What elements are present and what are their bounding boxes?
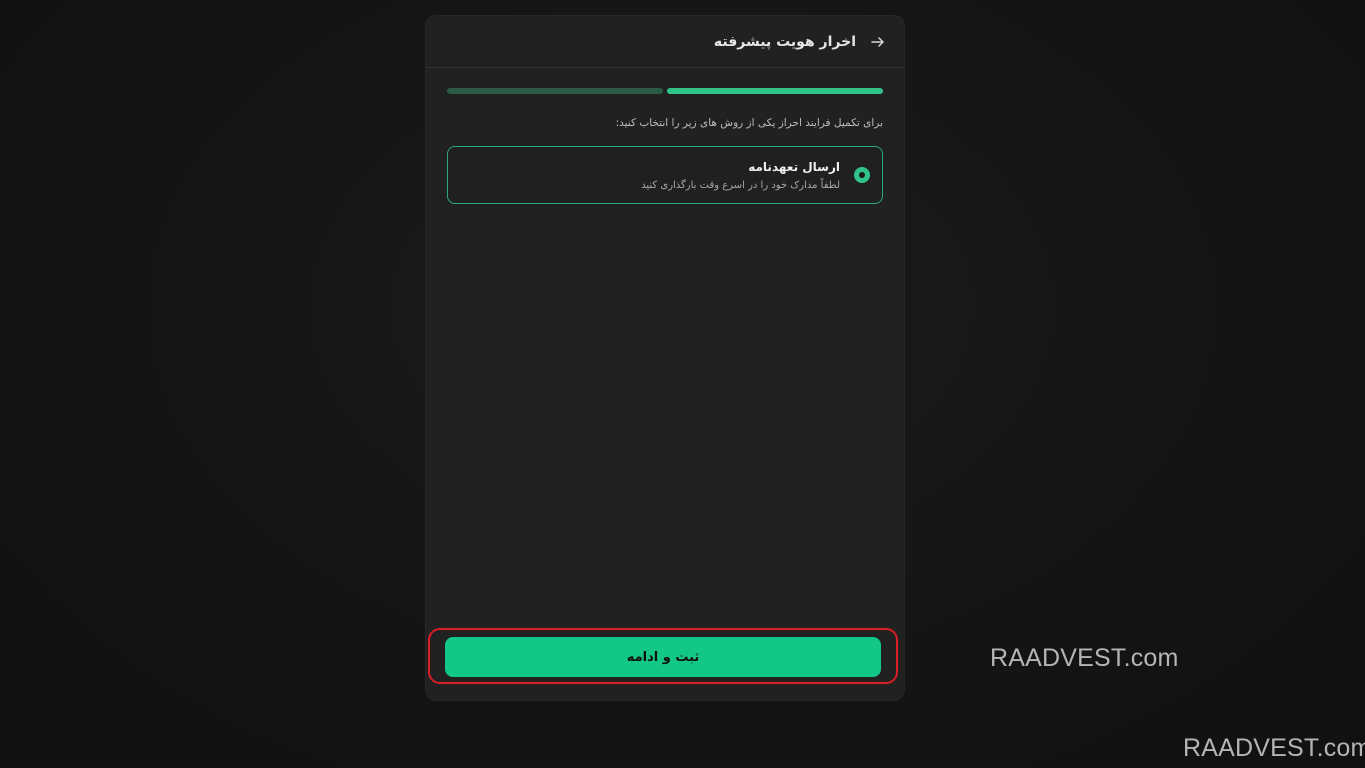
option-text: ارسال تعهدنامه لطفاً مدارک خود را در اسر… (641, 160, 840, 191)
kyc-modal: اخرار هویت پیشرفته برای تکمیل فرایند احر… (426, 16, 904, 700)
submit-continue-button[interactable]: ثبت و ادامه (445, 637, 881, 677)
option-description: لطفاً مدارک خود را در اسرع وقت بارگذاری … (641, 179, 840, 191)
option-title: ارسال تعهدنامه (748, 159, 840, 174)
watermark-text-corner: RAADVEST.com (1183, 734, 1365, 762)
radio-selected-icon[interactable] (854, 167, 870, 183)
option-commitment-letter[interactable]: ارسال تعهدنامه لطفاً مدارک خود را در اسر… (447, 146, 883, 204)
arrow-right-icon (871, 36, 884, 47)
modal-header: اخرار هویت پیشرفته (426, 16, 904, 68)
radio-dot (859, 172, 865, 178)
step-progress (447, 88, 883, 94)
back-button[interactable] (866, 30, 890, 54)
instruction-text: برای تکمیل فرایند احراز یکی از روش های ز… (615, 117, 883, 129)
screen-background: اخرار هویت پیشرفته برای تکمیل فرایند احر… (0, 0, 1365, 768)
watermark-text: RAADVEST.com (990, 644, 1179, 672)
progress-step-1 (667, 88, 883, 94)
modal-title: اخرار هویت پیشرفته (713, 33, 856, 50)
progress-step-2 (447, 88, 663, 94)
